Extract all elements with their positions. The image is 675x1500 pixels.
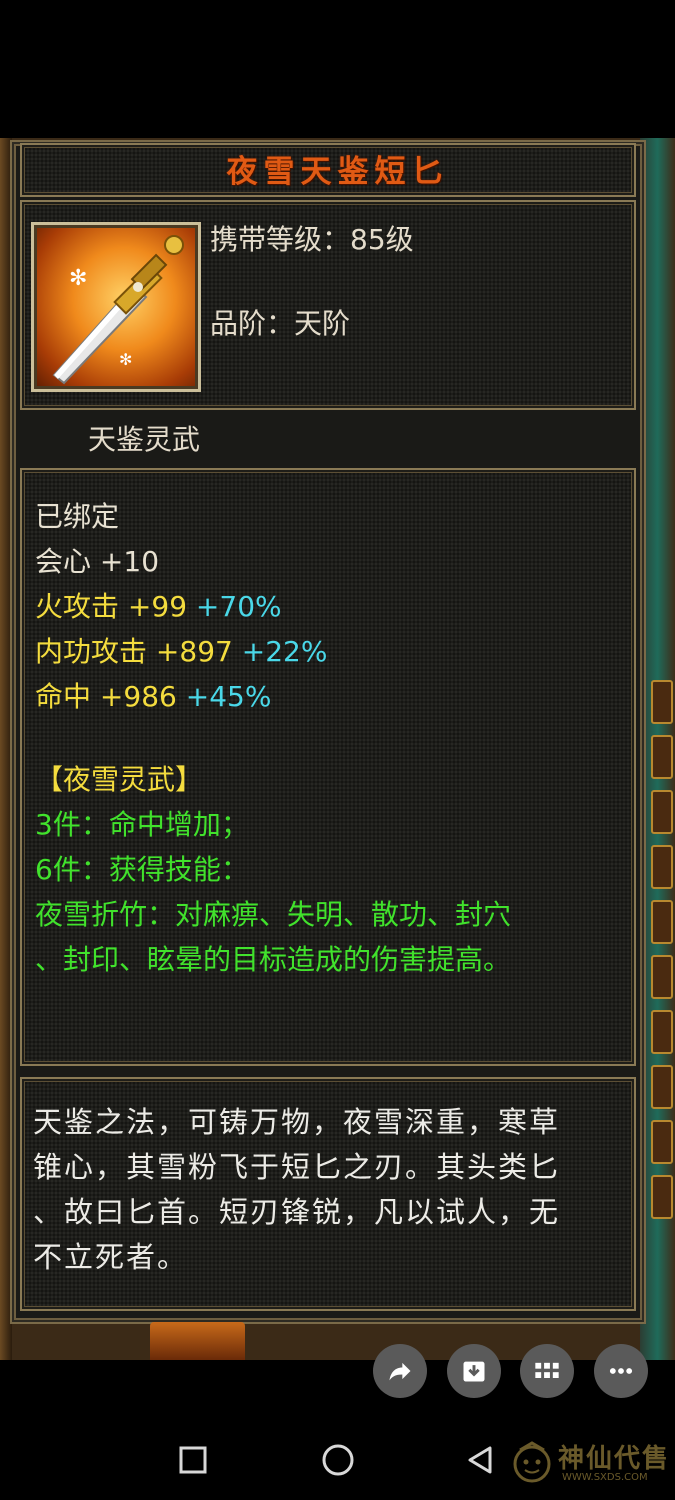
dagger-icon: ✻ ✻ <box>31 222 201 392</box>
set-skill-line-2: 、封印、眩晕的目标造成的伤害提高。 <box>35 943 512 976</box>
mascot-logo-icon <box>513 1441 551 1483</box>
description-line: 天鉴之法，可铸万物，夜雪深重，寒草 <box>33 1105 561 1139</box>
svg-text:✻: ✻ <box>69 266 87 291</box>
stat-label: 会心 <box>35 545 92 578</box>
side-slot[interactable] <box>651 1175 673 1219</box>
more-icon <box>609 1368 633 1374</box>
description-line: 锥心，其雪粉飞于短匕之刃。其头类匕 <box>33 1150 561 1184</box>
stat-value: +897 <box>155 635 233 668</box>
stat-crit: 会心 +10 <box>35 540 159 580</box>
series-name: 天鉴灵武 <box>88 423 201 456</box>
download-button[interactable] <box>447 1344 501 1398</box>
set-bonus-3: 3件：命中增加； <box>35 808 249 841</box>
side-slot[interactable] <box>651 1065 673 1109</box>
set-skill-line-1: 夜雪折竹：对麻痹、失明、散功、封穴 <box>35 898 512 931</box>
item-name: 夜雪天鉴短匕 <box>226 154 449 190</box>
side-slot[interactable] <box>651 900 673 944</box>
side-slot[interactable] <box>651 680 673 724</box>
stat-fire-attack: 火攻击 +99 +70% <box>35 585 282 625</box>
download-icon <box>463 1361 485 1382</box>
description-line: 、故曰匕首。短刃锋锐，凡以试人，无 <box>33 1195 561 1229</box>
stat-value: +986 <box>99 680 177 713</box>
item-grade: 品阶：天阶 <box>210 307 351 340</box>
stat-percent: +22% <box>241 635 328 668</box>
recent-apps-icon <box>179 1446 207 1474</box>
watermark: 神仙代售 WWW.SXDS.COM <box>510 1438 670 1488</box>
grid-icon <box>535 1362 559 1378</box>
watermark-url: WWW.SXDS.COM <box>562 1472 648 1483</box>
carry-level: 携带等级：85级 <box>210 223 414 256</box>
stat-label: 内功攻击 <box>35 635 148 668</box>
svg-text:✻: ✻ <box>119 350 132 369</box>
back-icon <box>468 1446 492 1474</box>
stat-label: 命中 <box>35 680 92 713</box>
stat-internal-attack: 内功攻击 +897 +22% <box>35 630 327 670</box>
side-slot[interactable] <box>651 845 673 889</box>
stat-value: +99 <box>127 590 188 623</box>
description-line: 不立死者。 <box>33 1240 189 1274</box>
side-slot[interactable] <box>651 1120 673 1164</box>
more-button[interactable] <box>594 1344 648 1398</box>
stat-percent: +70% <box>195 590 282 623</box>
side-slot[interactable] <box>651 735 673 779</box>
set-title: 【夜雪灵武】 <box>35 763 204 796</box>
item-description: 天鉴之法，可铸万物，夜雪深重，寒草 锥心，其雪粉飞于短匕之刃。其头类匕 、故曰匕… <box>33 1100 625 1280</box>
stat-percent: +45% <box>185 680 272 713</box>
stat-label: 火攻击 <box>35 590 120 623</box>
stat-value: +10 <box>99 545 160 578</box>
side-slot[interactable] <box>651 1010 673 1054</box>
back-button[interactable] <box>460 1440 500 1480</box>
stat-hit: 命中 +986 +45% <box>35 675 271 715</box>
share-button[interactable] <box>373 1344 427 1398</box>
bottom-ornament <box>150 1322 245 1360</box>
share-icon <box>389 1362 411 1381</box>
home-button[interactable] <box>318 1440 358 1480</box>
bound-status: 已绑定 <box>35 500 120 533</box>
watermark-text: 神仙代售 <box>558 1444 671 1474</box>
set-bonus-6: 6件：获得技能： <box>35 853 249 886</box>
side-slot[interactable] <box>651 790 673 834</box>
home-icon <box>322 1444 354 1476</box>
side-slot[interactable] <box>651 955 673 999</box>
grid-button[interactable] <box>520 1344 574 1398</box>
recent-apps-button[interactable] <box>173 1440 213 1480</box>
